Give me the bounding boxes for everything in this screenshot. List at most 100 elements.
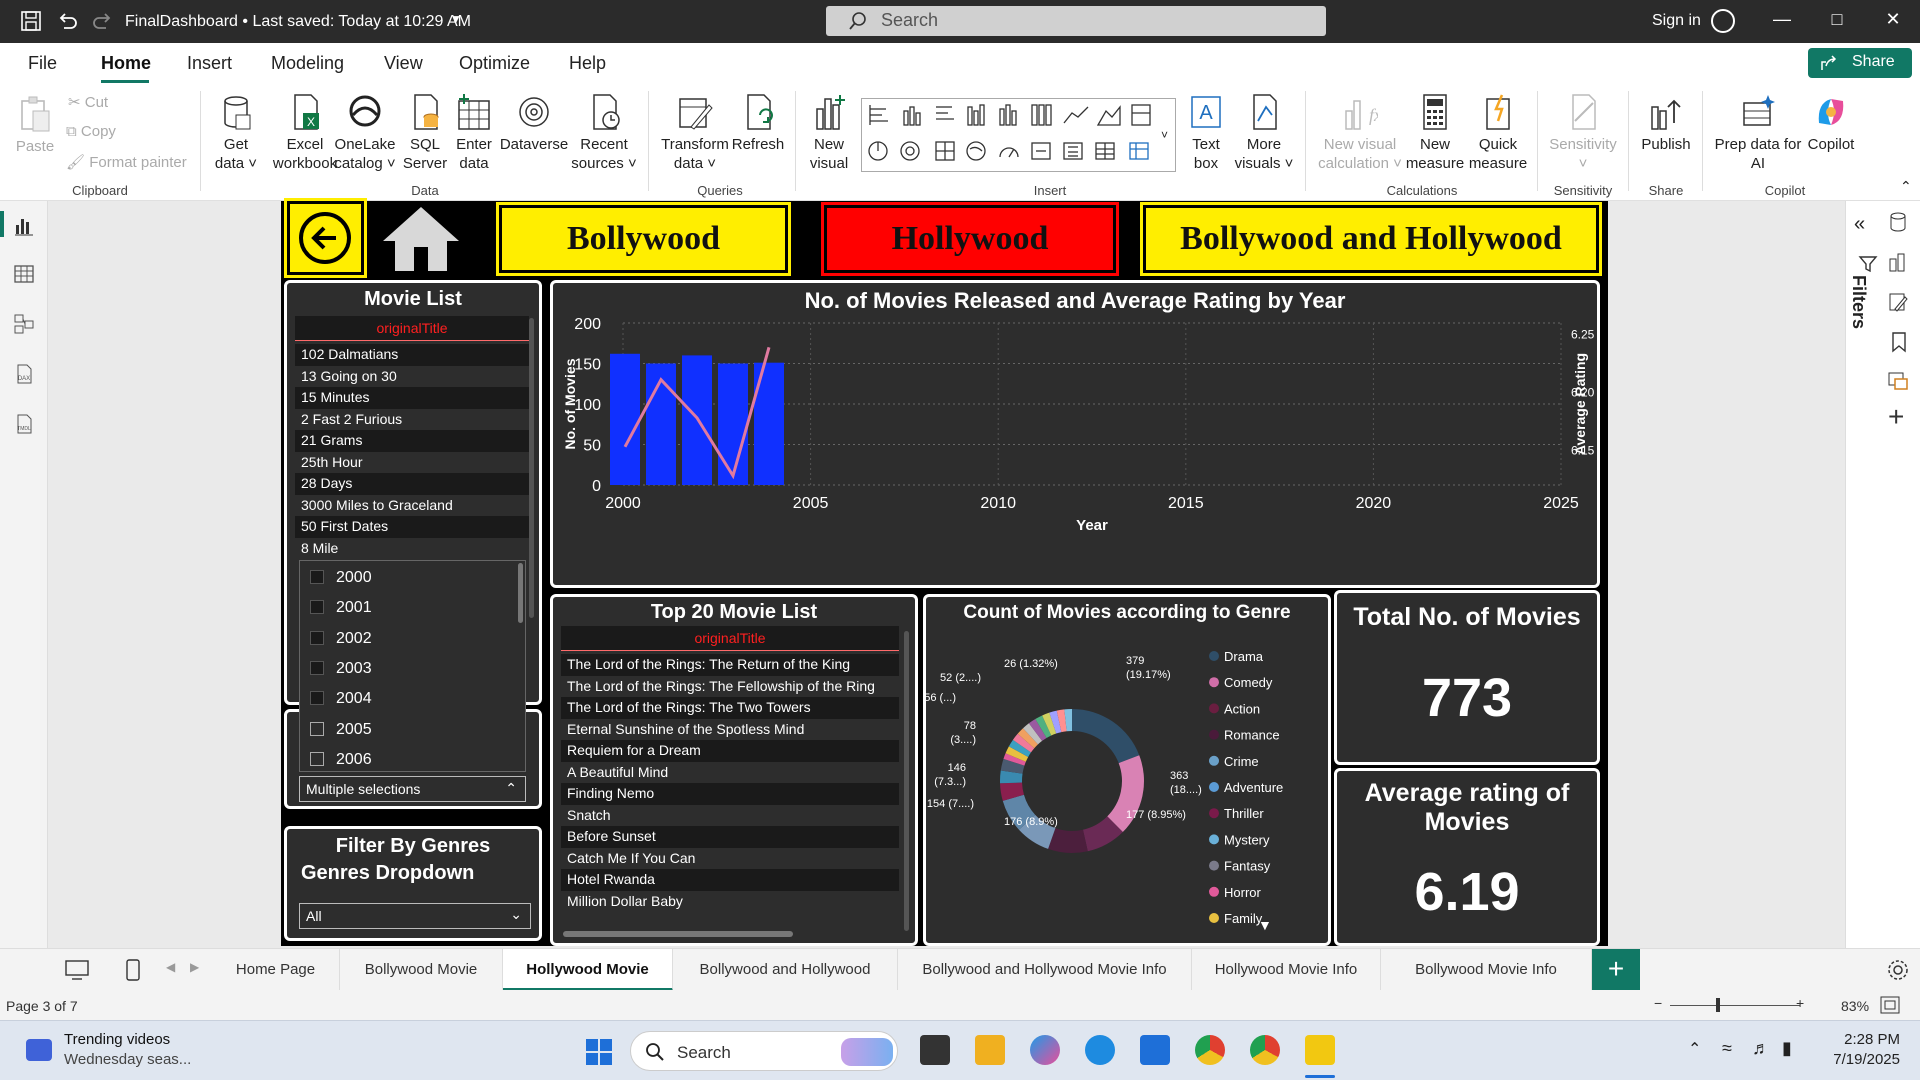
filter-funnel-icon[interactable] — [1858, 254, 1878, 274]
page-tab[interactable]: Bollywood and Hollywood — [673, 949, 898, 991]
year-option[interactable]: 2004 — [310, 690, 372, 708]
horizontal-scrollbar[interactable] — [563, 931, 793, 937]
menu-optimize[interactable]: Optimize — [459, 53, 530, 74]
year-slicer-select[interactable]: Multiple selections ⌃ — [299, 776, 526, 802]
movie-list-row[interactable]: 25th Hour — [295, 451, 529, 473]
checkbox[interactable] — [310, 660, 324, 675]
windows-start-icon[interactable] — [584, 1037, 614, 1067]
maximize-icon[interactable]: □ — [1822, 9, 1852, 30]
news-title[interactable]: Trending videos — [64, 1031, 170, 1048]
checkbox[interactable] — [310, 600, 324, 615]
new-visual-calculation-button[interactable]: fx New visualcalculation ˅ — [1318, 93, 1402, 173]
fit-to-page-icon[interactable] — [1880, 996, 1900, 1014]
data-pane-icon[interactable] — [1887, 211, 1909, 233]
excel-workbook-button[interactable]: X Excel workbook — [270, 93, 340, 173]
year-option[interactable]: 2003 — [310, 660, 372, 678]
movie-list-column-header[interactable]: originalTitle — [295, 316, 529, 341]
refresh-button[interactable]: Refresh — [730, 93, 786, 154]
show-hidden-icons-icon[interactable]: ⌃ — [1688, 1039, 1701, 1059]
page-tab[interactable]: Bollywood Movie Info — [1381, 949, 1592, 991]
genre-dropdown[interactable]: All ⌄ — [299, 903, 531, 929]
store-icon[interactable] — [1140, 1035, 1170, 1065]
format-pane-icon[interactable] — [1887, 291, 1909, 313]
copilot-app-icon[interactable] — [1030, 1035, 1060, 1065]
top20-row[interactable]: Eternal Sunshine of the Spotless Mind — [561, 718, 899, 740]
top20-row[interactable]: The Lord of the Rings: The Two Towers — [561, 697, 899, 719]
text-box-button[interactable]: A Text box — [1183, 93, 1229, 173]
top20-row[interactable]: The Lord of the Rings: The Return of the… — [561, 654, 899, 676]
recent-sources-button[interactable]: Recent sources ˅ — [568, 93, 640, 173]
checkbox[interactable] — [310, 630, 324, 645]
back-button[interactable] — [284, 198, 367, 278]
checkbox[interactable] — [310, 570, 324, 584]
redo-icon[interactable] — [92, 10, 114, 32]
volume-icon[interactable]: ♬ — [1752, 1038, 1770, 1059]
gallery-expand-icon[interactable]: ˅ — [1161, 128, 1168, 142]
movie-list-row[interactable]: 50 First Dates — [295, 516, 529, 538]
zoom-slider-thumb[interactable] — [1716, 998, 1720, 1012]
top20-row[interactable]: The Lord of the Rings: The Fellowship of… — [561, 675, 899, 697]
zoom-slider[interactable] — [1670, 1005, 1800, 1006]
bollywood-and-hollywood-nav-button[interactable]: Bollywood and Hollywood — [1140, 202, 1602, 276]
year-option[interactable]: 2005 — [310, 721, 372, 739]
search-box[interactable]: Search — [826, 6, 1326, 36]
legend-scroll-icon[interactable]: ▼ — [1258, 917, 1272, 933]
movie-list-row[interactable]: 15 Minutes — [295, 387, 529, 409]
new-measure-button[interactable]: New measure — [1405, 93, 1465, 173]
movie-list-row[interactable]: 8 Mile — [295, 537, 529, 559]
movie-list-row[interactable]: 28 Days — [295, 473, 529, 495]
task-view-icon[interactable] — [920, 1035, 950, 1065]
year-option[interactable]: 2006 — [310, 751, 372, 769]
quick-measure-button[interactable]: Quick measure — [1467, 93, 1529, 173]
page-tab[interactable]: Bollywood and Hollywood Movie Info — [898, 949, 1192, 991]
zoom-out-icon[interactable]: − — [1654, 995, 1662, 1011]
desktop-layout-icon[interactable] — [64, 959, 90, 981]
top20-row[interactable]: Million Dollar Baby — [561, 890, 899, 912]
top20-row[interactable]: Catch Me If You Can — [561, 847, 899, 869]
add-pane-icon[interactable]: + — [1888, 401, 1904, 433]
sql-server-button[interactable]: SQL Server — [400, 93, 450, 173]
undo-icon[interactable] — [56, 10, 78, 32]
mobile-layout-icon[interactable] — [124, 958, 142, 982]
table-view-icon[interactable] — [13, 263, 35, 285]
collapse-ribbon-icon[interactable]: ⌃ — [1900, 178, 1912, 195]
page-tab[interactable]: Hollywood Movie — [503, 949, 673, 991]
clock[interactable]: 2:28 PM 7/19/2025 — [1826, 1031, 1900, 1068]
home-button[interactable] — [371, 201, 471, 275]
page-tab[interactable]: Home Page — [212, 949, 340, 991]
visuals-gallery[interactable] — [861, 98, 1176, 172]
wifi-icon[interactable]: ≈ — [1722, 1038, 1732, 1059]
share-button[interactable]: Share ▼ — [1808, 48, 1912, 87]
menu-insert[interactable]: Insert — [187, 53, 232, 74]
movie-list-row[interactable]: 21 Grams — [295, 430, 529, 452]
power-bi-icon[interactable] — [1305, 1035, 1335, 1065]
menu-home[interactable]: Home — [101, 53, 151, 74]
chrome-icon[interactable] — [1195, 1035, 1225, 1065]
cut-button[interactable]: ✂ Cut — [68, 93, 108, 111]
selection-pane-icon[interactable] — [1887, 369, 1909, 391]
filters-pane-label[interactable]: Filters — [1848, 275, 1869, 329]
zoom-in-icon[interactable]: + — [1796, 995, 1804, 1011]
get-data-button[interactable]: Get data ˅ — [210, 93, 262, 173]
bollywood-nav-button[interactable]: Bollywood — [496, 202, 791, 276]
more-visuals-button[interactable]: More visuals ˅ — [1232, 93, 1296, 173]
menu-view[interactable]: View — [384, 53, 423, 74]
prep-data-for-ai-button[interactable]: Prep data for AI — [1708, 93, 1808, 173]
year-option[interactable]: 2002 — [310, 630, 372, 648]
taskbar-search-box[interactable]: Search — [630, 1031, 898, 1071]
menu-modeling[interactable]: Modeling — [271, 53, 344, 74]
transform-data-button[interactable]: Transform data ˅ — [658, 93, 732, 173]
minimize-icon[interactable]: — — [1767, 9, 1797, 30]
movie-list-row[interactable]: 13 Going on 30 — [295, 365, 529, 387]
scroll-tabs-left-icon[interactable]: ◀ — [166, 960, 175, 974]
dax-query-view-icon[interactable]: DAX — [13, 363, 35, 385]
hollywood-nav-button[interactable]: Hollywood — [821, 202, 1119, 276]
save-icon[interactable] — [20, 10, 42, 32]
bookmark-icon[interactable] — [1889, 331, 1909, 353]
copilot-button[interactable]: Copilot — [1800, 93, 1862, 154]
close-icon[interactable]: ✕ — [1878, 9, 1908, 30]
model-view-icon[interactable] — [13, 313, 35, 335]
year-option[interactable]: 2001 — [310, 599, 372, 617]
page-tab[interactable]: Bollywood Movie — [340, 949, 503, 991]
scrollbar[interactable] — [904, 631, 909, 931]
